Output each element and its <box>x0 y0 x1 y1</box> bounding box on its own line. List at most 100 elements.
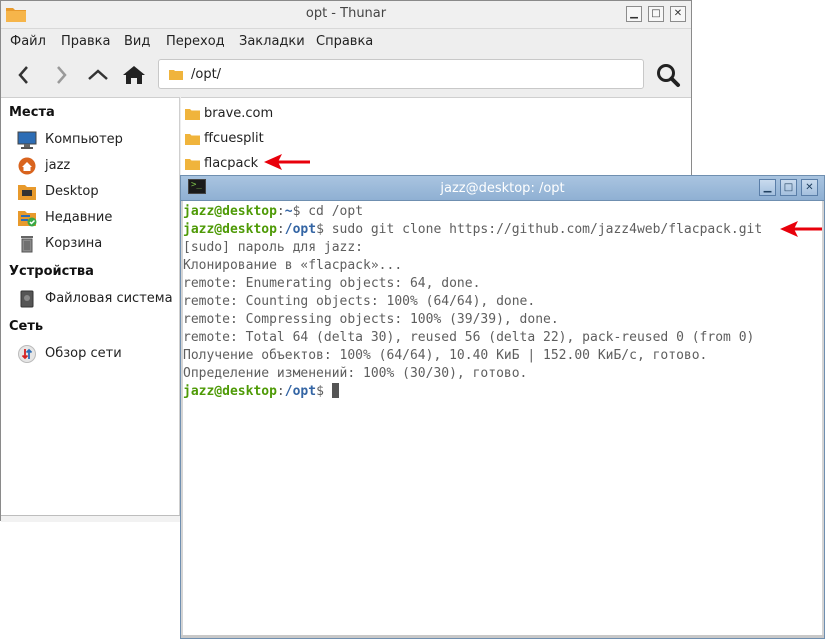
file-item-ffcuesplit[interactable]: ffcuesplit <box>185 128 485 150</box>
folder-icon <box>185 159 200 170</box>
sidebar-item-desktop[interactable]: Desktop <box>17 181 177 203</box>
terminal-line: remote: Total 64 (delta 30), reused 56 (… <box>183 329 762 347</box>
prompt-separator: : <box>276 204 285 219</box>
file-name: brave.com <box>204 106 274 121</box>
prompt-user: jazz@desktop <box>183 222 277 237</box>
sidebar-heading-network: Сеть <box>9 319 44 334</box>
back-icon[interactable] <box>10 61 38 89</box>
sidebar-item-label: Обзор сети <box>45 346 122 361</box>
sidebar-item-filesystem[interactable]: Файловая система <box>17 288 177 310</box>
terminal-line: remote: Enumerating objects: 64, done. <box>183 275 762 293</box>
drive-icon <box>20 290 34 308</box>
output-text: Клонирование в «flacpack»... <box>183 258 403 273</box>
prompt-separator: : <box>276 384 285 399</box>
command-text: sudo git clone https://github.com/jazz4w… <box>323 222 763 237</box>
terminal-line: jazz@desktop:/opt$ sudo git clone https:… <box>183 221 762 239</box>
terminal-line: Клонирование в «flacpack»... <box>183 257 762 275</box>
menu-file[interactable]: Файл <box>10 34 46 49</box>
sidebar-item-label: Desktop <box>45 184 99 199</box>
file-item-flacpack[interactable]: flacpack <box>185 153 485 175</box>
sidebar: Места Компьютер jazz Desktop Недавние Ко… <box>1 97 180 515</box>
terminal-line: remote: Compressing objects: 100% (39/39… <box>183 311 762 329</box>
minimize-button[interactable]: ▁ <box>626 6 642 22</box>
terminal-lines: jazz@desktop:~$ cd /opt jazz@desktop:/opt… <box>183 203 762 401</box>
sidebar-item-jazz[interactable]: jazz <box>17 155 177 177</box>
close-button[interactable]: ✕ <box>670 6 686 22</box>
prompt-path: /opt <box>284 384 317 399</box>
output-text: Определение изменений: 100% (30/30), гот… <box>183 366 528 381</box>
sidebar-item-recent[interactable]: Недавние <box>17 207 177 229</box>
output-text: [sudo] пароль для jazz: <box>183 240 364 255</box>
prompt-user: jazz@desktop <box>183 204 277 219</box>
search-icon[interactable] <box>653 61 683 89</box>
terminal-titlebar[interactable]: >_ jazz@desktop: /opt ▁ □ ✕ <box>181 176 824 201</box>
terminal-window: >_ jazz@desktop: /opt ▁ □ ✕ jazz@desktop… <box>180 175 825 639</box>
menu-edit[interactable]: Правка <box>61 34 110 49</box>
menu-bookmarks[interactable]: Закладки <box>239 34 305 49</box>
terminal-bottom-edge <box>181 635 824 638</box>
menu-view[interactable]: Вид <box>124 34 150 49</box>
folder-icon <box>185 109 200 120</box>
output-text: remote: Enumerating objects: 64, done. <box>183 276 481 291</box>
terminal-window-title: jazz@desktop: /opt <box>440 181 565 196</box>
forward-icon[interactable] <box>47 61 75 89</box>
terminal-line: Определение изменений: 100% (30/30), гот… <box>183 365 762 383</box>
prompt-symbol: $ <box>316 384 324 399</box>
terminal-maximize-button[interactable]: □ <box>780 179 797 196</box>
sidebar-heading-places: Места <box>9 105 55 120</box>
terminal-line: [sudo] пароль для jazz: <box>183 239 762 257</box>
file-name: ffcuesplit <box>204 131 264 146</box>
network-icon <box>18 345 36 363</box>
sidebar-item-network[interactable]: Обзор сети <box>17 343 177 365</box>
file-name: flacpack <box>204 156 259 171</box>
terminal-line: remote: Counting objects: 100% (64/64), … <box>183 293 762 311</box>
terminal-cursor <box>331 383 339 398</box>
sidebar-item-label: jazz <box>45 158 71 173</box>
home-icon[interactable] <box>120 61 148 89</box>
sidebar-heading-devices: Устройства <box>9 264 94 279</box>
sidebar-item-trash[interactable]: Корзина <box>17 233 177 255</box>
annotation-arrow-icon <box>780 221 822 237</box>
terminal-line: jazz@desktop:~$ cd /opt <box>183 203 762 221</box>
menu-go[interactable]: Переход <box>166 34 225 49</box>
sidebar-item-label: Файловая система <box>45 291 173 306</box>
prompt-symbol: $ <box>316 222 324 237</box>
output-text: Получение объектов: 100% (64/64), 10.40 … <box>183 348 708 363</box>
home-icon <box>18 157 36 175</box>
location-bar[interactable]: /opt/ <box>158 59 644 89</box>
terminal-line: Получение объектов: 100% (64/64), 10.40 … <box>183 347 762 365</box>
desktop-folder-icon <box>18 185 36 200</box>
sidebar-item-computer[interactable]: Компьютер <box>17 129 177 151</box>
thunar-titlebar[interactable]: opt - Thunar ▁ □ ✕ <box>1 1 691 29</box>
trash-icon <box>21 236 33 253</box>
terminal-line: jazz@desktop:/opt$ <box>183 383 762 401</box>
output-text: remote: Compressing objects: 100% (39/39… <box>183 312 559 327</box>
folder-icon <box>169 70 183 80</box>
output-text: remote: Total 64 (delta 30), reused 56 (… <box>183 330 755 345</box>
menubar: Файл Правка Вид Переход Закладки Справка <box>1 29 691 53</box>
recent-icon <box>18 211 37 227</box>
terminal-minimize-button[interactable]: ▁ <box>759 179 776 196</box>
prompt-path: /opt <box>284 222 317 237</box>
prompt-separator: : <box>276 222 285 237</box>
command-text: cd /opt <box>300 204 364 219</box>
command-text <box>324 384 332 399</box>
toolbar: /opt/ <box>1 53 691 97</box>
annotation-arrow-icon <box>264 154 310 170</box>
file-item-brave[interactable]: brave.com <box>185 103 485 125</box>
computer-icon <box>17 131 37 149</box>
prompt-user: jazz@desktop <box>183 384 277 399</box>
menu-help[interactable]: Справка <box>316 34 373 49</box>
sidebar-item-label: Недавние <box>45 210 113 225</box>
prompt-path: ~ <box>284 204 293 219</box>
output-text: remote: Counting objects: 100% (64/64), … <box>183 294 536 309</box>
folder-icon <box>185 134 200 145</box>
maximize-button[interactable]: □ <box>648 6 664 22</box>
terminal-output[interactable]: jazz@desktop:~$ cd /opt jazz@desktop:/opt… <box>183 201 822 636</box>
location-path[interactable]: /opt/ <box>191 67 221 82</box>
sidebar-item-label: Корзина <box>45 236 103 251</box>
terminal-close-button[interactable]: ✕ <box>801 179 818 196</box>
parent-folder-icon[interactable] <box>84 61 112 89</box>
sidebar-item-label: Компьютер <box>45 132 123 147</box>
thunar-window-title: opt - Thunar <box>305 6 387 21</box>
